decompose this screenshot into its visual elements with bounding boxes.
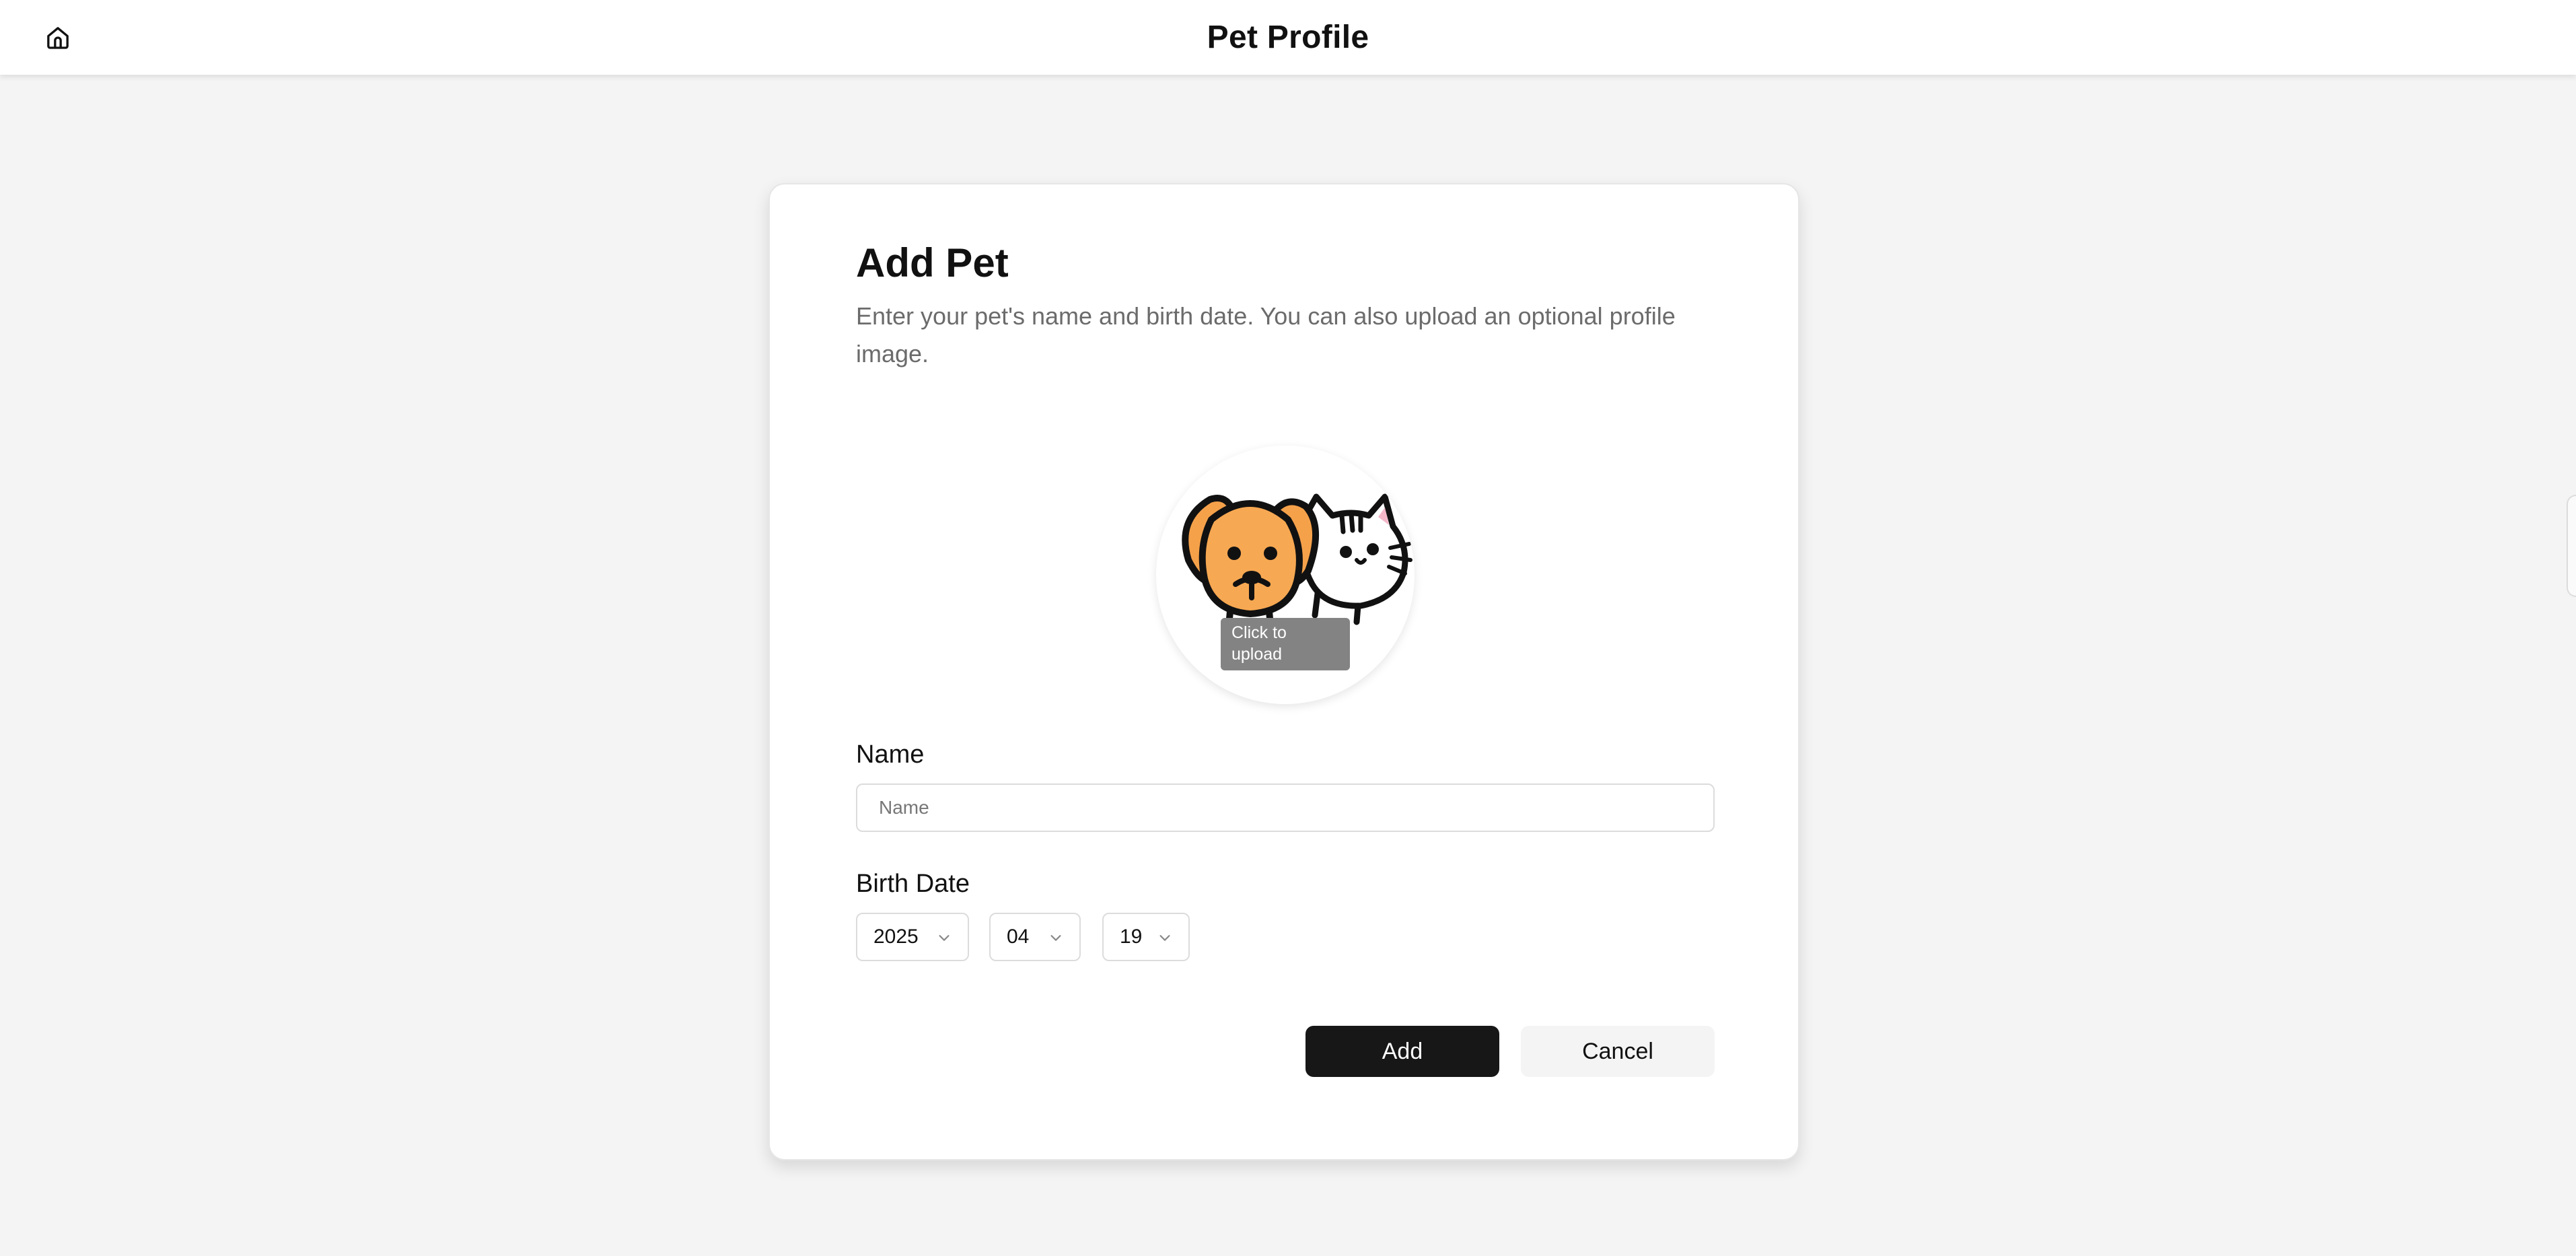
- birth-month-select[interactable]: 04: [989, 913, 1081, 961]
- add-pet-card: Add Pet Enter your pet's name and birth …: [768, 183, 1799, 1160]
- form-description: Enter your pet's name and birth date. Yo…: [856, 302, 1676, 368]
- birth-day-value: 19: [1120, 926, 1143, 948]
- birth-day-select[interactable]: 19: [1102, 913, 1190, 961]
- side-panel-handle[interactable]: [2567, 495, 2576, 597]
- top-app-bar: Pet Profile: [0, 0, 2576, 75]
- upload-tooltip: Click to upload: [1221, 618, 1350, 670]
- add-button[interactable]: Add: [1305, 1026, 1499, 1077]
- name-label: Name: [856, 740, 925, 769]
- birth-year-value: 2025: [873, 926, 919, 948]
- birth-date-label: Birth Date: [856, 870, 970, 898]
- birth-year-select[interactable]: 2025: [856, 913, 969, 961]
- form-title: Add Pet: [856, 240, 1009, 285]
- chevron-down-icon: [1050, 935, 1061, 941]
- birth-month-value: 04: [1007, 926, 1030, 948]
- home-icon: [47, 27, 69, 49]
- name-input[interactable]: [856, 783, 1715, 832]
- chevron-down-icon: [939, 935, 950, 941]
- page-title: Pet Profile: [1207, 20, 1369, 55]
- cancel-button[interactable]: Cancel: [1521, 1026, 1715, 1077]
- home-button[interactable]: [42, 22, 74, 54]
- chevron-down-icon: [1159, 935, 1170, 941]
